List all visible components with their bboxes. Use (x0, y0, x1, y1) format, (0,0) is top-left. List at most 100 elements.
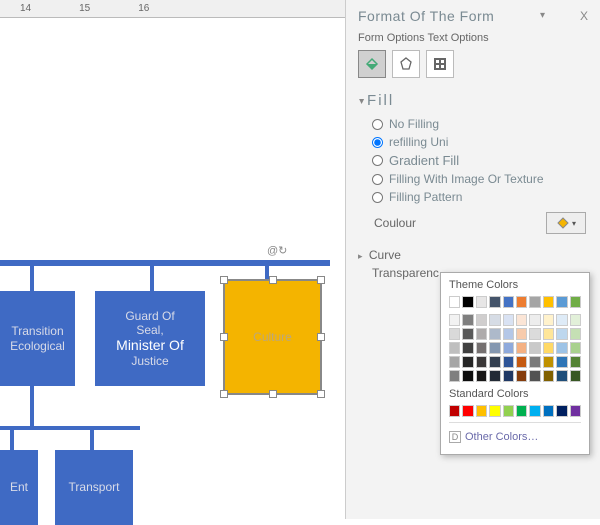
color-swatch[interactable] (476, 356, 487, 368)
color-swatch[interactable] (516, 296, 527, 308)
color-swatch[interactable] (462, 328, 473, 340)
color-swatch[interactable] (503, 356, 514, 368)
color-swatch[interactable] (503, 370, 514, 382)
color-swatch[interactable] (556, 356, 567, 368)
color-swatch[interactable] (462, 296, 473, 308)
color-swatch[interactable] (489, 296, 500, 308)
color-swatch[interactable] (503, 342, 514, 354)
shape-transport[interactable]: Transport (55, 450, 133, 525)
fill-color-button[interactable]: ▾ (546, 212, 586, 234)
color-swatch[interactable] (516, 342, 527, 354)
color-swatch[interactable] (462, 314, 473, 326)
color-swatch[interactable] (449, 405, 460, 417)
color-swatch[interactable] (516, 405, 527, 417)
color-swatch[interactable] (556, 370, 567, 382)
color-swatch[interactable] (449, 370, 460, 382)
color-swatch[interactable] (543, 328, 554, 340)
color-swatch[interactable] (570, 405, 581, 417)
tab-form-options[interactable]: Form Options (358, 32, 425, 44)
color-swatch[interactable] (449, 328, 460, 340)
resize-handle[interactable] (269, 390, 277, 398)
shape-ent[interactable]: Ent (0, 450, 38, 525)
color-swatch[interactable] (516, 328, 527, 340)
color-swatch[interactable] (489, 314, 500, 326)
color-swatch[interactable] (489, 356, 500, 368)
color-swatch[interactable] (503, 296, 514, 308)
color-swatch[interactable] (516, 370, 527, 382)
color-swatch[interactable] (516, 356, 527, 368)
color-swatch[interactable] (543, 296, 554, 308)
radio-input[interactable] (372, 137, 383, 148)
color-swatch[interactable] (529, 328, 540, 340)
color-swatch[interactable] (476, 405, 487, 417)
color-swatch[interactable] (570, 314, 581, 326)
resize-handle[interactable] (317, 390, 325, 398)
shape-culture[interactable]: Culture (225, 281, 320, 393)
fill-section-heading[interactable]: Fill (358, 92, 588, 109)
color-swatch[interactable] (449, 356, 460, 368)
color-swatch[interactable] (556, 314, 567, 326)
color-swatch[interactable] (556, 405, 567, 417)
rotate-handle[interactable]: @↻ (267, 244, 287, 257)
shape-transition-ecological[interactable]: Transition Ecological (0, 291, 75, 386)
color-swatch[interactable] (489, 370, 500, 382)
color-swatch[interactable] (476, 328, 487, 340)
radio-image-fill[interactable]: Filling With Image Or Texture (358, 170, 588, 188)
radio-gradient-fill[interactable]: Gradient Fill (358, 151, 588, 170)
resize-handle[interactable] (220, 390, 228, 398)
color-swatch[interactable] (570, 328, 581, 340)
color-swatch[interactable] (529, 370, 540, 382)
color-swatch[interactable] (543, 314, 554, 326)
color-swatch[interactable] (489, 328, 500, 340)
color-swatch[interactable] (462, 342, 473, 354)
shape-minister-justice[interactable]: Guard Of Seal, Minister Of Justice (95, 291, 205, 386)
color-swatch[interactable] (570, 342, 581, 354)
color-swatch[interactable] (476, 342, 487, 354)
color-swatch[interactable] (476, 296, 487, 308)
color-swatch[interactable] (503, 328, 514, 340)
resize-handle[interactable] (269, 276, 277, 284)
radio-input[interactable] (372, 192, 383, 203)
resize-handle[interactable] (317, 333, 325, 341)
color-swatch[interactable] (503, 314, 514, 326)
color-swatch[interactable] (529, 296, 540, 308)
size-tab-icon[interactable] (426, 50, 454, 78)
radio-input[interactable] (372, 119, 383, 130)
resize-handle[interactable] (220, 276, 228, 284)
color-swatch[interactable] (476, 370, 487, 382)
color-swatch[interactable] (543, 405, 554, 417)
color-swatch[interactable] (543, 370, 554, 382)
color-swatch[interactable] (529, 314, 540, 326)
color-swatch[interactable] (489, 405, 500, 417)
radio-input[interactable] (372, 155, 383, 166)
color-swatch[interactable] (570, 356, 581, 368)
tab-text-options[interactable]: Text Options (428, 32, 489, 44)
color-swatch[interactable] (462, 356, 473, 368)
color-swatch[interactable] (462, 405, 473, 417)
color-swatch[interactable] (556, 296, 567, 308)
color-swatch[interactable] (503, 405, 514, 417)
close-button[interactable]: X (580, 9, 588, 23)
color-swatch[interactable] (529, 405, 540, 417)
resize-handle[interactable] (220, 333, 228, 341)
radio-solid-fill[interactable]: refilling Uni (358, 133, 588, 151)
effects-tab-icon[interactable] (392, 50, 420, 78)
radio-input[interactable] (372, 174, 383, 185)
radio-no-fill[interactable]: No Filling (358, 115, 588, 133)
document-canvas[interactable]: 14 15 16 Transition Ecological Guard Of … (0, 0, 345, 519)
color-swatch[interactable] (556, 342, 567, 354)
curve-section[interactable]: Curve (346, 242, 600, 264)
radio-pattern-fill[interactable]: Filling Pattern (358, 188, 588, 206)
color-swatch[interactable] (449, 296, 460, 308)
color-swatch[interactable] (556, 328, 567, 340)
color-swatch[interactable] (543, 342, 554, 354)
color-swatch[interactable] (516, 314, 527, 326)
color-swatch[interactable] (529, 356, 540, 368)
fill-tab-icon[interactable] (358, 50, 386, 78)
color-swatch[interactable] (570, 370, 581, 382)
color-swatch[interactable] (489, 342, 500, 354)
color-swatch[interactable] (462, 370, 473, 382)
color-swatch[interactable] (476, 314, 487, 326)
color-swatch[interactable] (543, 356, 554, 368)
color-swatch[interactable] (529, 342, 540, 354)
